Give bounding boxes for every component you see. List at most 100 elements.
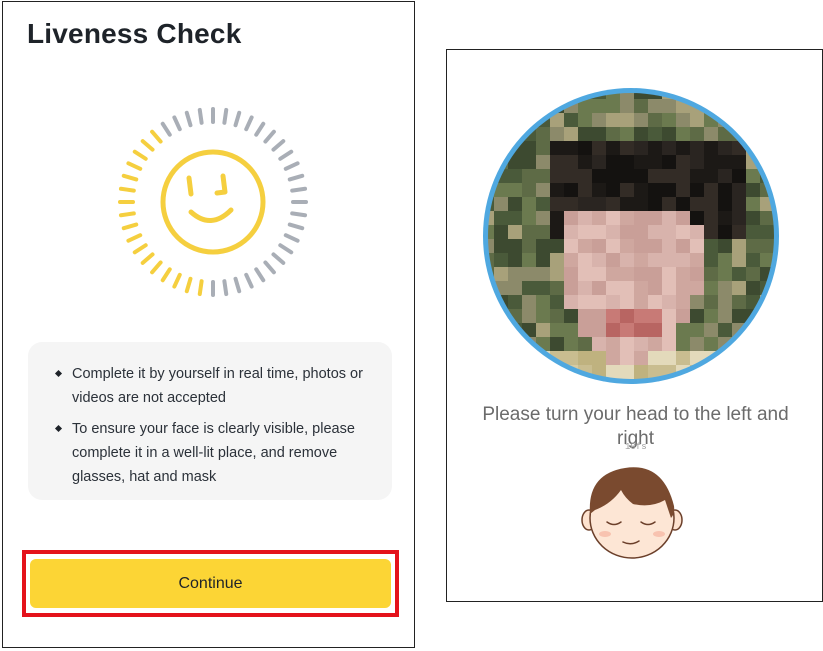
image-pixel [550,323,564,337]
image-pixel [690,323,704,337]
image-pixel [676,351,690,365]
image-pixel [718,141,732,155]
image-pixel [718,281,732,295]
face-outline [160,149,266,255]
image-pixel [508,351,522,365]
image-pixel [620,155,634,169]
image-pixel [634,141,648,155]
image-pixel [634,169,648,183]
image-pixel [690,295,704,309]
image-pixel [704,239,718,253]
image-pixel [488,295,494,309]
image-pixel [536,267,550,281]
pixelated-face-image [480,93,782,387]
image-pixel [732,155,746,169]
image-pixel [536,127,550,141]
dash-segment [283,161,300,171]
image-pixel [564,253,578,267]
image-pixel [662,253,676,267]
left-eye [186,175,194,197]
image-pixel [508,253,522,267]
image-pixel [620,309,634,323]
image-pixel [690,281,704,295]
image-pixel [606,197,620,211]
image-pixel [550,93,564,99]
image-pixel [536,365,550,379]
fps-label: 10fs [625,442,647,452]
image-pixel [508,379,522,387]
image-pixel [488,309,494,323]
image-pixel [676,239,690,253]
image-pixel [704,365,718,379]
dash-segment [263,260,276,275]
image-pixel [494,337,508,351]
image-pixel [774,365,782,379]
continue-button[interactable]: Continue [30,559,391,608]
image-pixel [494,197,508,211]
image-pixel [746,211,760,225]
image-pixel [704,169,718,183]
image-pixel [550,337,564,351]
image-pixel [676,141,690,155]
image-pixel [690,155,704,169]
image-pixel [550,309,564,323]
image-pixel [648,295,662,309]
image-pixel [718,99,732,113]
image-pixel [662,197,676,211]
image-pixel [564,267,578,281]
image-pixel [704,253,718,267]
image-pixel [774,281,782,295]
image-pixel [648,113,662,127]
image-pixel [662,323,676,337]
dash-segment [263,129,276,144]
continue-highlight-box: Continue [22,550,399,617]
image-pixel [746,253,760,267]
image-pixel [550,183,564,197]
image-pixel [606,267,620,281]
image-pixel [606,183,620,197]
image-pixel [718,211,732,225]
image-pixel [494,93,508,99]
image-pixel [634,253,648,267]
image-pixel [746,169,760,183]
image-pixel [774,379,782,387]
image-pixel [480,379,494,387]
image-pixel [662,113,676,127]
image-pixel [564,211,578,225]
image-pixel [550,225,564,239]
image-pixel [522,141,536,155]
image-pixel [488,323,494,337]
image-pixel [634,351,648,365]
image-pixel [774,323,782,337]
image-pixel [746,113,760,127]
image-pixel [522,197,536,211]
image-pixel [690,337,704,351]
image-pixel [606,337,620,351]
instruction-text: Complete it by yourself in real time, ph… [72,366,363,406]
dash-segment [233,276,242,294]
image-pixel [760,211,774,225]
image-pixel [648,281,662,295]
image-pixel [606,211,620,225]
image-pixel [578,169,592,183]
image-pixel [648,141,662,155]
image-pixel [760,155,774,169]
image-pixel [690,253,704,267]
image-pixel [676,323,690,337]
image-pixel [774,337,782,351]
image-pixel [564,113,578,127]
image-pixel [494,113,508,127]
image-pixel [662,295,676,309]
image-pixel [760,93,774,99]
image-pixel [718,295,732,309]
dash-segment [254,121,266,137]
image-pixel [676,197,690,211]
dash-segment [254,267,266,283]
image-pixel [550,365,564,379]
instruction-item: To ensure your face is clearly visible, … [54,417,370,489]
image-pixel [536,225,550,239]
image-pixel [676,267,690,281]
image-pixel [578,309,592,323]
image-pixel [662,155,676,169]
image-pixel [550,379,564,387]
